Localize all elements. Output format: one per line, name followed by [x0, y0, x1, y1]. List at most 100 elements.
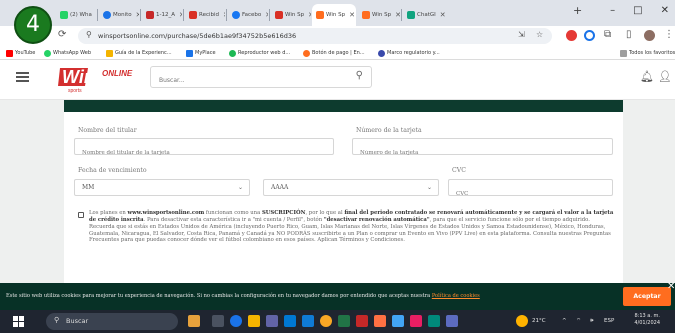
close-tab-icon[interactable]: ✕	[395, 4, 400, 26]
bookmark-myplace[interactable]: MyPlace	[186, 48, 216, 58]
widget-icon[interactable]	[188, 315, 200, 327]
winsports-logo[interactable]: Win ONLINE sports	[58, 62, 146, 94]
tab-pdf[interactable]: 1-12_A ✕	[142, 4, 182, 26]
minimize-button[interactable]: –	[610, 5, 615, 16]
chrome-icon[interactable]	[320, 315, 332, 327]
omnibox[interactable]: ⚲ winsportsonline.com/purchase/5de6b1ae9…	[78, 28, 552, 44]
user-icon[interactable]: 👤︎	[658, 70, 672, 83]
bookmark-reproductor[interactable]: Reproductor web d...	[229, 48, 290, 58]
network-icon[interactable]: ⌔	[576, 310, 581, 333]
temperature[interactable]: 21°C	[532, 310, 546, 333]
extensions-icon[interactable]: ⧉	[604, 29, 611, 40]
bookmark-boton-pago[interactable]: Botón de pago | En...	[303, 48, 365, 58]
app-icon[interactable]	[446, 315, 458, 327]
sidepanel-icon[interactable]: ▯	[626, 29, 632, 40]
tab-facebook[interactable]: Facebo✕	[228, 4, 268, 26]
close-tab-icon[interactable]: ✕	[349, 4, 355, 26]
close-tab-icon[interactable]: ✕	[179, 4, 182, 26]
spotify-icon	[229, 49, 236, 57]
close-tab-icon[interactable]: ✕	[136, 4, 139, 26]
edge-icon[interactable]	[230, 315, 242, 327]
accept-cookies-button[interactable]: Aceptar	[623, 287, 671, 306]
menu-kebab-icon[interactable]: ⋮	[664, 29, 674, 40]
store-icon[interactable]	[284, 315, 296, 327]
expiry-label: Fecha de vencimiento	[78, 167, 147, 174]
app-icon[interactable]	[428, 315, 440, 327]
card-number-input[interactable]	[353, 145, 612, 161]
extension-opera-icon[interactable]	[566, 30, 577, 41]
tab-winsports[interactable]: Win Sp ✕	[358, 4, 400, 26]
extension-shield-icon[interactable]	[584, 30, 595, 41]
clock-time: 8:13 a. m.	[634, 313, 660, 319]
photos-icon[interactable]	[374, 315, 386, 327]
install-icon[interactable]: ⇲	[518, 30, 525, 39]
form-header-band	[64, 100, 623, 112]
close-window-button[interactable]: ✕	[661, 5, 669, 16]
file-explorer-icon[interactable]	[248, 315, 260, 327]
volume-icon[interactable]: 🕪︎	[590, 310, 593, 333]
search-icon: ⚲	[54, 316, 60, 324]
winsports-icon	[362, 11, 370, 19]
bookmark-whatsapp[interactable]: WhatsApp Web	[44, 48, 91, 58]
holder-input[interactable]	[75, 145, 333, 161]
chevron-down-icon: ⌄	[237, 184, 243, 191]
terms-text: Los planes en www.winsportsonline.com fu…	[89, 210, 619, 245]
holder-label: Nombre del titular	[78, 127, 137, 134]
profile-avatar[interactable]	[644, 30, 655, 41]
close-tab-icon[interactable]: ✕	[440, 4, 445, 26]
site-search-input[interactable]	[151, 70, 331, 91]
payment-icon	[303, 49, 310, 57]
globe-icon	[378, 49, 385, 57]
tray-chevron-icon[interactable]: ^	[562, 310, 567, 333]
gmail-icon	[189, 11, 197, 19]
cookie-policy-link[interactable]: Política de cookies	[432, 293, 480, 299]
grid-icon	[106, 49, 113, 57]
address-row: ⟳ ⚲ winsportsonline.com/purchase/5de6b1a…	[0, 26, 675, 46]
year-select[interactable]: AAAA ⌄	[263, 179, 439, 196]
reload-icon[interactable]: ⟳	[58, 29, 66, 40]
hamburger-menu-icon[interactable]	[16, 72, 29, 82]
bookmark-all[interactable]: Todos los favoritos	[620, 48, 675, 58]
bookmark-star-icon[interactable]: ☆	[536, 30, 543, 39]
close-tab-icon[interactable]: ✕	[308, 4, 311, 26]
tab-winsports-mail[interactable]: Win Sp✕	[271, 4, 311, 26]
tab-gmail[interactable]: Recibid✕	[185, 4, 225, 26]
chevron-down-icon: ⌄	[426, 184, 432, 191]
weather-icon[interactable]	[516, 315, 528, 327]
excel-icon[interactable]	[338, 315, 350, 327]
close-tab-icon[interactable]: ✕	[223, 4, 225, 26]
app-icon[interactable]	[410, 315, 422, 327]
teams-icon[interactable]	[266, 315, 278, 327]
tab-winsports-active[interactable]: Win Sp ✕	[312, 4, 356, 26]
card-number-label: Número de la tarjeta	[356, 127, 422, 134]
input-language[interactable]: ESP	[604, 310, 614, 333]
settings-icon[interactable]	[392, 315, 404, 327]
bookmark-marco[interactable]: Marco regulatorio y...	[378, 48, 440, 58]
holder-field	[74, 138, 334, 161]
bookmark-guia[interactable]: Guía de la Experienc...	[106, 48, 172, 58]
maximize-button[interactable]: □	[633, 5, 642, 16]
new-tab-button[interactable]: +	[573, 4, 582, 17]
task-view-icon[interactable]	[212, 315, 224, 327]
subscription-checkbox[interactable]	[78, 212, 84, 218]
windows-start-icon[interactable]	[13, 316, 24, 327]
site-info-icon[interactable]: ⚲	[86, 30, 92, 39]
bell-icon[interactable]: 🔔︎	[640, 70, 654, 83]
tab-whatsapp[interactable]: (2) Wha✕	[56, 4, 96, 26]
month-select[interactable]: MM ⌄	[74, 179, 250, 196]
close-tab-icon[interactable]: ✕	[265, 4, 268, 26]
acrobat-icon[interactable]	[356, 315, 368, 327]
cookie-banner: Este sitio web utiliza cookies para mejo…	[0, 283, 675, 310]
outlook-icon[interactable]	[302, 315, 314, 327]
search-icon[interactable]: ⚲	[356, 70, 363, 81]
url-text[interactable]: winsportsonline.com/purchase/5de6b1ae9f3…	[98, 28, 296, 44]
tab-monitor[interactable]: Monito ✕	[99, 4, 139, 26]
taskbar-clock[interactable]: 8:13 a. m. 4/01/2024	[628, 313, 660, 327]
cvc-input[interactable]	[449, 186, 612, 202]
bookmarks-bar: YouTube WhatsApp Web Guía de la Experien…	[0, 46, 675, 60]
close-icon[interactable]: ✕	[667, 281, 675, 292]
tab-chatgpt[interactable]: ChatGI ✕	[403, 4, 445, 26]
taskbar-search[interactable]: ⚲ Buscar	[46, 313, 178, 330]
step-badge: 4	[14, 6, 52, 44]
bookmark-youtube[interactable]: YouTube	[6, 48, 35, 58]
